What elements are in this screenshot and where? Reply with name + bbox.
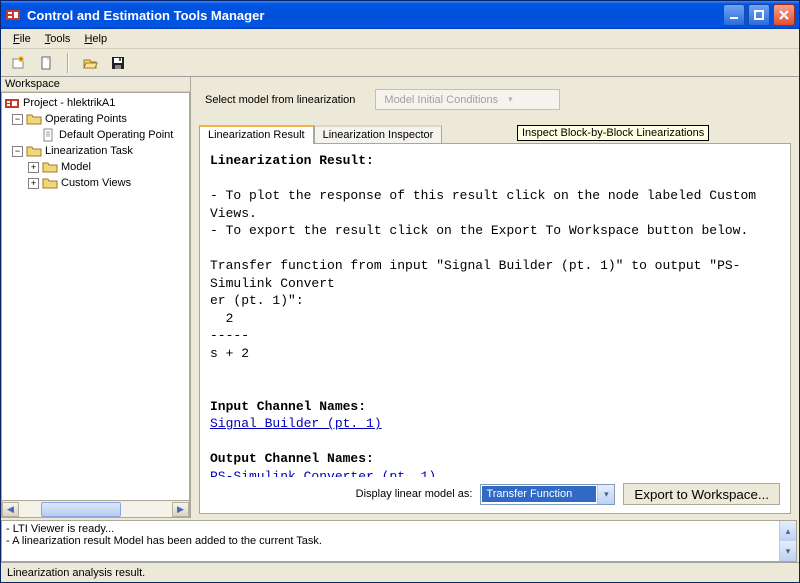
result-line1: - To plot the response of this result cl…	[210, 187, 780, 222]
app-icon	[5, 7, 21, 23]
tree-default-op[interactable]: Default Operating Point	[2, 127, 189, 143]
select-model-label: Select model from linearization	[205, 94, 355, 106]
export-to-workspace-button[interactable]: Export to Workspace...	[623, 483, 780, 505]
log-area: - LTI Viewer is ready... - A linearizati…	[1, 520, 797, 562]
menu-bar: File Tools Help	[1, 29, 799, 49]
linearization-result-panel: Linearization Result: - To plot the resp…	[199, 143, 791, 514]
menu-tools[interactable]: Tools	[39, 31, 77, 47]
toolbar-separator	[67, 53, 69, 73]
folder-icon	[26, 112, 42, 126]
input-channel-header: Input Channel Names:	[210, 398, 780, 416]
chevron-down-icon[interactable]: ▾	[597, 485, 614, 504]
status-bar: Linearization analysis result.	[1, 562, 799, 582]
document-icon	[40, 128, 56, 142]
folder-icon	[42, 176, 58, 190]
display-model-value: Transfer Function	[482, 486, 596, 502]
collapse-icon[interactable]: −	[12, 114, 23, 125]
scroll-up-button[interactable]: ▴	[779, 521, 796, 541]
log-line: - A linearization result Model has been …	[6, 535, 779, 547]
result-line2: - To export the result click on the Expo…	[210, 222, 780, 240]
scroll-track[interactable]	[19, 502, 172, 517]
menu-help[interactable]: Help	[78, 31, 113, 47]
tooltip: Inspect Block-by-Block Linearizations	[517, 125, 709, 141]
tf-den: s + 2	[210, 345, 780, 363]
close-button[interactable]	[773, 4, 795, 26]
scroll-down-button[interactable]: ▾	[779, 541, 796, 561]
main-pane: Select model from linearization Model In…	[191, 77, 799, 518]
display-model-select[interactable]: Transfer Function ▾	[480, 484, 615, 505]
save-button[interactable]	[107, 52, 129, 74]
output-channel-header: Output Channel Names:	[210, 450, 780, 468]
collapse-icon[interactable]: −	[12, 146, 23, 157]
minimize-button[interactable]	[723, 4, 745, 26]
log-line: - LTI Viewer is ready...	[6, 523, 779, 535]
workspace-tree[interactable]: Project - hlektrikA1 − Operating Points …	[1, 92, 190, 501]
maximize-button[interactable]	[748, 4, 770, 26]
new-document-button[interactable]	[35, 52, 57, 74]
input-channel-link[interactable]: Signal Builder (pt. 1)	[210, 416, 382, 431]
toolbar	[1, 49, 799, 77]
window-title: Control and Estimation Tools Manager	[27, 8, 723, 23]
result-title: Linearization Result:	[210, 152, 780, 170]
project-icon	[4, 96, 20, 110]
tree-project[interactable]: Project - hlektrikA1	[2, 95, 189, 111]
output-channel-link[interactable]: PS-Simulink Converter (pt. 1)	[210, 469, 436, 477]
tree-custom-views[interactable]: + Custom Views	[2, 175, 189, 191]
scroll-left-button[interactable]: ◀	[2, 502, 19, 517]
chevron-down-icon: ▾	[508, 94, 513, 105]
menu-file[interactable]: File	[7, 31, 37, 47]
expand-icon[interactable]: +	[28, 162, 39, 173]
expand-icon[interactable]: +	[28, 178, 39, 189]
tf-bar: -----	[210, 327, 780, 345]
open-button[interactable]	[79, 52, 101, 74]
display-as-label: Display linear model as:	[356, 488, 473, 500]
tab-linearization-result[interactable]: Linearization Result	[199, 125, 314, 144]
tree-operating-points[interactable]: − Operating Points	[2, 111, 189, 127]
tabs: Linearization Result Linearization Inspe…	[199, 124, 791, 143]
status-text: Linearization analysis result.	[7, 567, 145, 579]
tf-num: 2	[210, 310, 780, 328]
scroll-right-button[interactable]: ▶	[172, 502, 189, 517]
title-bar: Control and Estimation Tools Manager	[1, 1, 799, 29]
model-conditions-combo: Model Initial Conditions ▾	[375, 89, 560, 110]
folder-icon	[26, 144, 42, 158]
tf-line1b: er (pt. 1)":	[210, 292, 780, 310]
tab-linearization-inspector[interactable]: Linearization Inspector	[314, 125, 443, 143]
tree-linearization-task[interactable]: − Linearization Task	[2, 143, 189, 159]
scroll-thumb[interactable]	[41, 502, 121, 517]
sidebar-hscrollbar[interactable]: ◀ ▶	[1, 501, 190, 518]
combo-value: Model Initial Conditions	[384, 94, 498, 106]
workspace-sidebar: Workspace Project - hlektrikA1 − Operati…	[1, 77, 191, 518]
folder-icon	[42, 160, 58, 174]
tree-model[interactable]: + Model	[2, 159, 189, 175]
new-task-button[interactable]	[7, 52, 29, 74]
tf-line1: Transfer function from input "Signal Bui…	[210, 257, 780, 292]
sidebar-label: Workspace	[1, 77, 190, 92]
